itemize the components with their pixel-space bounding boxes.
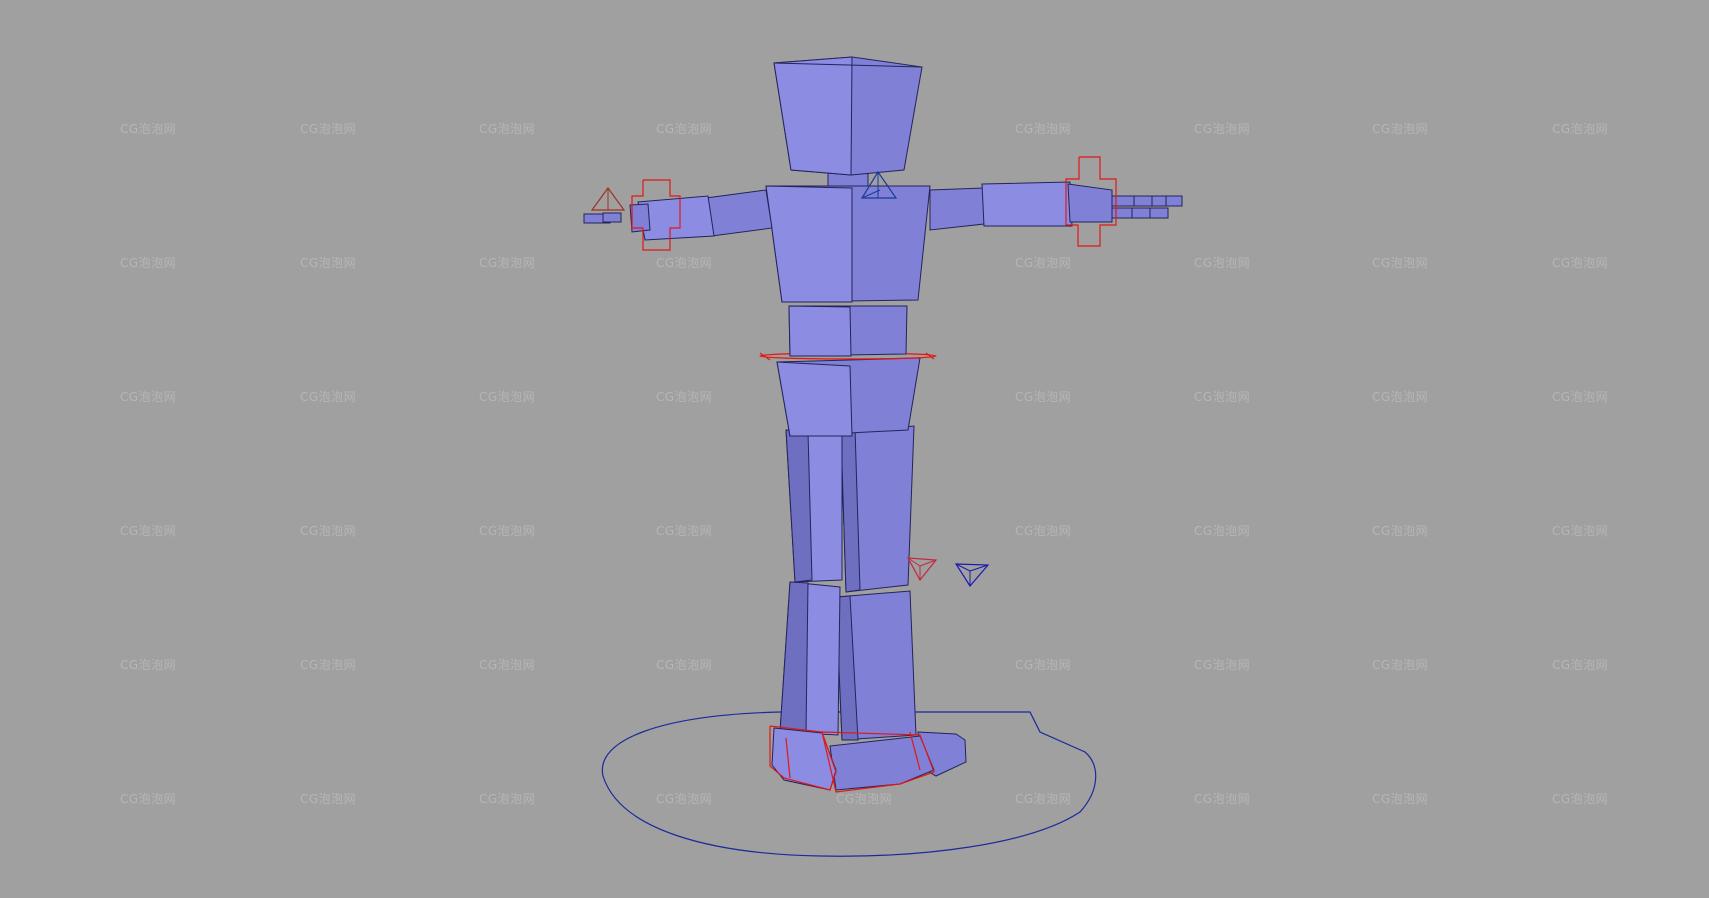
right-thigh[interactable] (840, 425, 915, 593)
right-foot[interactable] (829, 731, 967, 791)
abdomen[interactable] (788, 305, 908, 357)
right-upper-arm[interactable] (929, 187, 985, 231)
pelvis[interactable] (776, 357, 921, 437)
right-hand[interactable] (1067, 183, 1183, 223)
left-upper-arm[interactable] (705, 189, 773, 237)
left-knee-target[interactable] (906, 557, 938, 582)
left-shin[interactable] (779, 581, 841, 736)
left-thigh[interactable] (785, 429, 843, 583)
scene-canvas[interactable] (0, 0, 1709, 898)
right-forearm[interactable] (981, 181, 1073, 227)
left-foot[interactable] (771, 727, 837, 791)
chest[interactable] (765, 185, 931, 303)
right-shin[interactable] (835, 590, 917, 741)
right-knee-target[interactable] (954, 563, 990, 588)
head[interactable] (773, 56, 923, 176)
left-ik-cone[interactable] (590, 186, 626, 211)
3d-viewport[interactable]: CG泡泡网 CG泡泡网 CG泡泡网 CG泡泡网 CG泡泡网 CG泡泡网 CG泡泡网 CG泡泡网… (0, 0, 1709, 898)
